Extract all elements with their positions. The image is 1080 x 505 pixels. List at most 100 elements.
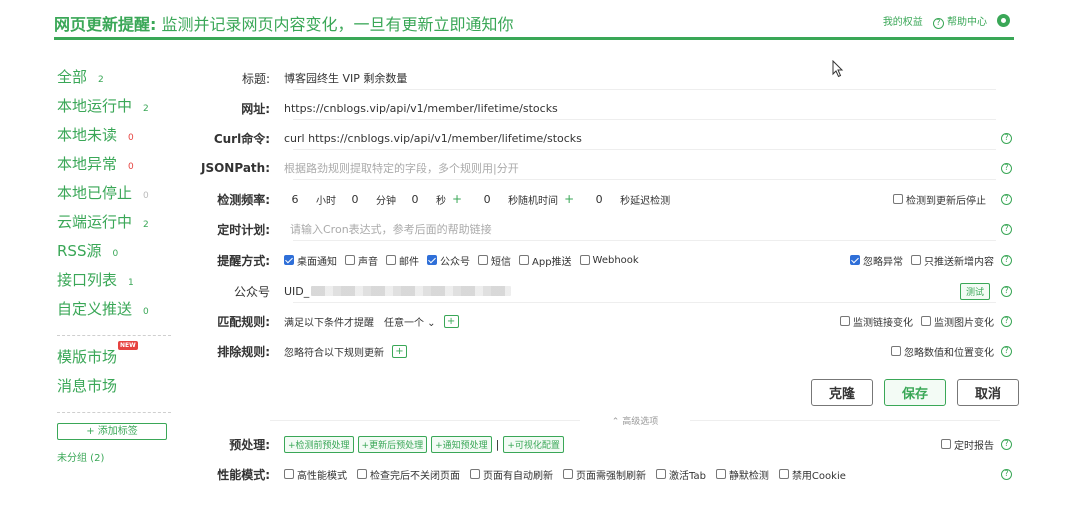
- title-label: 标题:: [241, 71, 270, 86]
- only-new-checkbox[interactable]: 只推送新增内容: [911, 253, 994, 268]
- jsonpath-row: JSONPath: 根据路劲规则提取特定的字段，多个规则用|分开 ?: [200, 153, 1014, 183]
- cron-label: 定时计划:: [217, 222, 270, 237]
- notify-label: 提醒方式:: [217, 253, 270, 268]
- ignore-number-checkbox[interactable]: 忽略数值和位置变化: [891, 344, 994, 359]
- gear-icon[interactable]: [997, 14, 1010, 28]
- help-icon: ?: [932, 17, 944, 29]
- my-rights-link[interactable]: 我的权益: [883, 13, 923, 28]
- url-row: 网址: https://cnblogs.vip/api/v1/member/li…: [200, 93, 1014, 123]
- cron-row: 定时计划: 请输入Cron表达式，参考后面的帮助链接 ?: [200, 214, 1014, 244]
- sidebar-item-all[interactable]: 全部 2: [57, 66, 172, 95]
- sidebar-item-message-market[interactable]: 消息市场: [57, 375, 172, 404]
- title-input[interactable]: 博客园终生 VIP 剩余数量: [284, 70, 407, 86]
- clone-button[interactable]: 克隆: [811, 379, 873, 406]
- sidebar-item-local-running[interactable]: 本地运行中 2: [57, 95, 172, 124]
- notify-webhook-checkbox[interactable]: Webhook: [579, 255, 639, 266]
- help-icon[interactable]: ?: [1001, 315, 1012, 327]
- url-input[interactable]: https://cnblogs.vip/api/v1/member/lifeti…: [284, 102, 558, 115]
- performance-row: 性能模式: 高性能模式 检查完后不关闭页面 页面有自动刷新 页面需强制刷新 激活…: [200, 459, 1014, 489]
- sidebar-item-local-unread[interactable]: 本地未读 0: [57, 124, 172, 153]
- match-row: 匹配规则: 满足以下条件才提醒 任意一个 ⌄ + 监测链接变化 监测图片变化 ?: [200, 306, 1014, 336]
- perf-silent-checkbox[interactable]: 静默检测: [715, 467, 769, 482]
- action-buttons: 克隆 保存 取消: [811, 379, 1019, 406]
- curl-input[interactable]: curl https://cnblogs.vip/api/v1/member/l…: [284, 132, 582, 145]
- sidebar-item-rss[interactable]: RSS源 0: [57, 240, 172, 269]
- preprocess-label: 预处理:: [229, 437, 270, 452]
- gzh-uid[interactable]: UID_: [284, 285, 309, 298]
- notify-app-checkbox[interactable]: App推送: [519, 253, 572, 268]
- help-icon[interactable]: ?: [1001, 345, 1012, 357]
- cron-input[interactable]: 请输入Cron表达式，参考后面的帮助链接: [290, 221, 492, 237]
- sidebar-item-local-error[interactable]: 本地异常 0: [57, 153, 172, 182]
- title-row: 标题: 博客园终生 VIP 剩余数量: [200, 63, 1014, 93]
- match-select[interactable]: 任意一个 ⌄: [384, 314, 436, 329]
- gzh-label: 公众号: [233, 284, 270, 299]
- notify-email-checkbox[interactable]: 邮件: [386, 253, 419, 268]
- visual-config-button[interactable]: +可视化配置: [503, 435, 564, 453]
- help-icon[interactable]: ?: [1001, 223, 1012, 235]
- gzh-row: 公众号 UID_ 测试 ?: [200, 276, 1014, 306]
- frequency-label: 检测频率:: [217, 192, 270, 207]
- help-center-link[interactable]: ? 帮助中心: [932, 13, 987, 29]
- timer-report-checkbox[interactable]: 定时报告: [941, 437, 994, 452]
- perf-force-refresh-checkbox[interactable]: 页面需强制刷新: [563, 467, 646, 482]
- help-icon[interactable]: ?: [1001, 438, 1012, 450]
- pre-check-button[interactable]: +检测前预处理: [284, 435, 354, 453]
- notify-row: 提醒方式: 桌面通知 声音 邮件 公众号 短信 App推送 Webhook 忽略…: [200, 245, 1014, 275]
- jsonpath-label: JSONPath:: [201, 161, 270, 175]
- notify-preprocess-button[interactable]: +通知预处理: [431, 435, 492, 453]
- add-tag-button[interactable]: + 添加标签: [57, 423, 167, 440]
- cancel-button[interactable]: 取消: [957, 379, 1019, 406]
- stop-after-update-checkbox[interactable]: 检测到更新后停止: [893, 192, 986, 207]
- help-icon[interactable]: ?: [1001, 162, 1012, 174]
- sidebar-item-custom-push[interactable]: 自定义推送 0: [57, 298, 172, 327]
- minutes-input[interactable]: 0: [344, 193, 366, 206]
- add-match-rule-button[interactable]: +: [443, 314, 459, 328]
- notify-desktop-checkbox[interactable]: 桌面通知: [284, 253, 337, 268]
- sidebar: 全部 2 本地运行中 2 本地未读 0 本地异常 0 本地已停止 0 云端运行中 2 RSS…: [57, 66, 172, 464]
- jsonpath-input[interactable]: 根据路劲规则提取特定的字段，多个规则用|分开: [284, 160, 519, 176]
- notify-gzh-checkbox[interactable]: 公众号: [427, 253, 470, 268]
- post-update-button[interactable]: +更新后预处理: [357, 435, 428, 453]
- watch-image-checkbox[interactable]: 监测图片变化: [921, 314, 994, 329]
- curl-row: Curl命令: curl https://cnblogs.vip/api/v1/…: [200, 123, 1014, 153]
- help-icon[interactable]: ?: [1001, 285, 1012, 297]
- sidebar-divider: [57, 335, 171, 336]
- frequency-row: 检测频率: 6 小时 0 分钟 0 秒 + 0 秒随机时间 + 0 秒延迟检测 …: [200, 184, 1014, 214]
- help-icon[interactable]: ?: [1001, 132, 1012, 144]
- sidebar-item-local-stopped[interactable]: 本地已停止 0: [57, 182, 172, 211]
- ignore-error-checkbox[interactable]: 忽略异常: [850, 253, 903, 268]
- random-input[interactable]: 0: [476, 193, 498, 206]
- app-title: 网页更新提醒: 监测并记录网页内容变化，一旦有更新立即通知你: [54, 15, 514, 34]
- app-header: 网页更新提醒: 监测并记录网页内容变化，一旦有更新立即通知你 我的权益 ? 帮助…: [54, 0, 1014, 40]
- add-random-button[interactable]: +: [564, 192, 574, 206]
- add-exclude-rule-button[interactable]: +: [392, 344, 407, 358]
- notify-sms-checkbox[interactable]: 短信: [478, 253, 511, 268]
- notify-sound-checkbox[interactable]: 声音: [345, 253, 378, 268]
- perf-keep-page-checkbox[interactable]: 检查完后不关闭页面: [357, 467, 460, 482]
- seconds-input[interactable]: 0: [404, 193, 426, 206]
- save-button[interactable]: 保存: [884, 379, 946, 406]
- sidebar-divider: [57, 412, 171, 413]
- perf-auto-refresh-checkbox[interactable]: 页面有自动刷新: [470, 467, 553, 482]
- help-icon[interactable]: ?: [1001, 193, 1012, 205]
- help-icon[interactable]: ?: [1001, 468, 1012, 480]
- preprocess-row: 预处理: +检测前预处理 +更新后预处理 +通知预处理 | +可视化配置 定时报…: [200, 429, 1014, 459]
- help-icon[interactable]: ?: [1001, 254, 1012, 266]
- perf-high-checkbox[interactable]: 高性能模式: [284, 467, 347, 482]
- exclude-row: 排除规则: 忽略符合以下规则更新 + 忽略数值和位置变化 ?: [200, 336, 1014, 366]
- sidebar-item-cloud-running[interactable]: 云端运行中 2: [57, 211, 172, 240]
- test-button[interactable]: 测试: [959, 282, 990, 300]
- perf-activate-tab-checkbox[interactable]: 激活Tab: [656, 467, 706, 482]
- add-seconds-button[interactable]: +: [452, 192, 462, 206]
- watch-link-checkbox[interactable]: 监测链接变化: [840, 314, 913, 329]
- hours-input[interactable]: 6: [284, 193, 306, 206]
- sidebar-item-template-market[interactable]: 模版市场 NEW: [57, 341, 172, 375]
- perf-disable-cookie-checkbox[interactable]: 禁用Cookie: [778, 467, 846, 482]
- exclude-label: 排除规则:: [217, 344, 270, 359]
- curl-label: Curl命令:: [213, 131, 270, 146]
- advanced-options-toggle[interactable]: ⌃ 高级选项: [270, 414, 1000, 427]
- ungrouped-item[interactable]: 未分组 (2): [57, 449, 172, 464]
- sidebar-item-api-list[interactable]: 接口列表 1: [57, 269, 172, 298]
- delay-input[interactable]: 0: [588, 193, 610, 206]
